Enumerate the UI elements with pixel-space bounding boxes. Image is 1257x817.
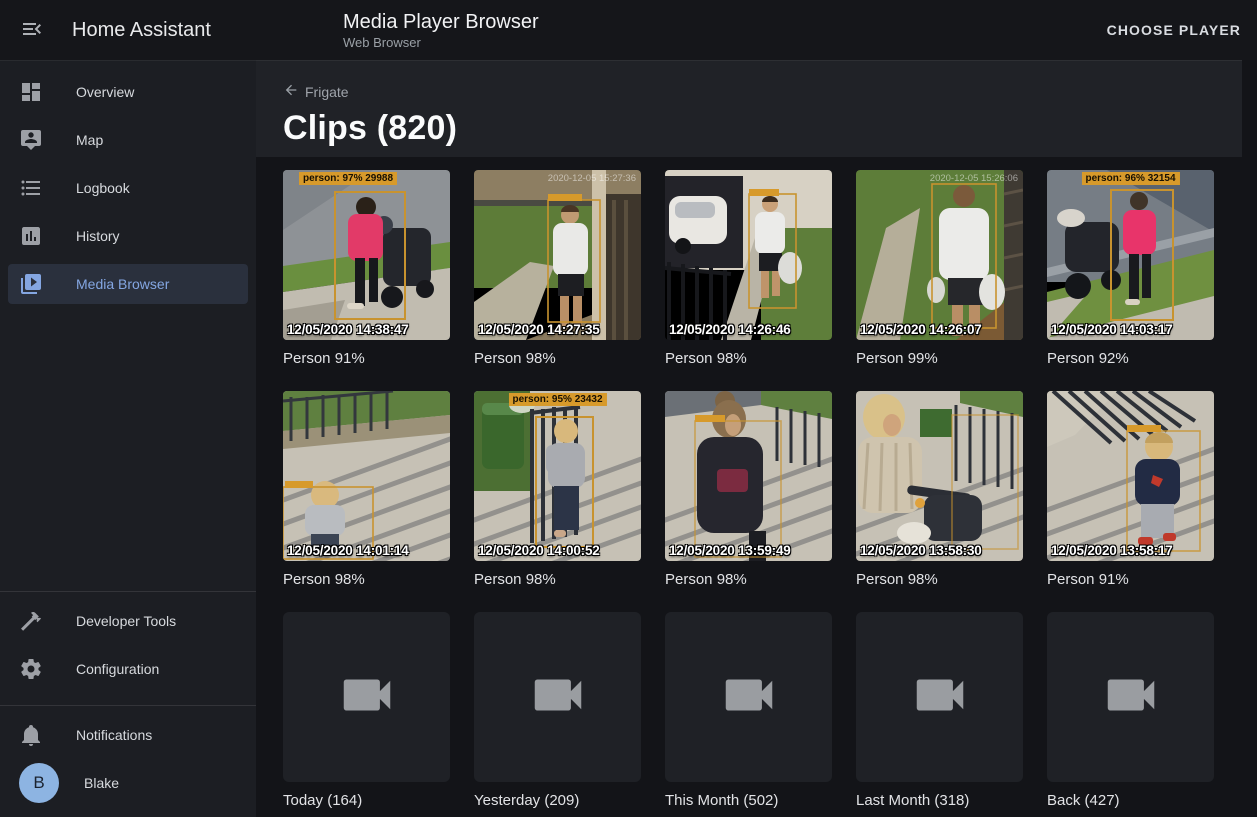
timestamp-overlay: 12/05/2020 14:03:17 [1051,322,1173,337]
clip-caption: Person 91% [1047,569,1214,591]
clip-card[interactable]: 12/05/2020 14:26:46 Person 98% [665,170,832,370]
timestamp-overlay: 12/05/2020 13:58:30 [860,543,982,558]
video-icon [1100,664,1162,731]
choose-player-button[interactable]: CHOOSE PLAYER [1091,12,1257,48]
video-icon [336,664,398,731]
content-header: Frigate Clips (820) [256,60,1242,157]
clip-caption: Person 98% [474,569,641,591]
folder-thumbnail[interactable] [283,612,450,782]
clip-card[interactable]: 2020-12-05 15:27:36 12/05/2020 14:27:35 … [474,170,641,370]
clip-thumbnail[interactable]: 12/05/2020 14:01:14 [283,391,450,561]
sidebar-toggle-button[interactable] [8,6,56,54]
list-bulleted-icon [19,176,43,200]
tooltip-account-icon [19,128,43,152]
clip-card[interactable]: person: 97% 29988 12/05/2020 14:38:47 Pe… [283,170,450,370]
clip-caption: Person 98% [474,348,641,370]
sidebar-item-history[interactable]: History [8,216,248,256]
clip-thumbnail[interactable]: person: 95% 23432 12/05/2020 14:00:52 [474,391,641,561]
sidebar-item-configuration[interactable]: Configuration [8,649,248,689]
clip-thumbnail[interactable]: 12/05/2020 14:26:46 [665,170,832,340]
avatar: B [19,763,59,803]
sidebar-item-overview[interactable]: Overview [8,72,248,112]
panel-subtitle: Web Browser [343,34,539,51]
clip-card[interactable]: 12/05/2020 13:59:49 Person 98% [665,391,832,591]
video-icon [527,664,589,731]
sidebar-item-notifications[interactable]: Notifications [8,715,248,755]
sidebar-item-developer-tools[interactable]: Developer Tools [8,601,248,641]
clip-thumbnail[interactable]: 12/05/2020 13:59:49 [665,391,832,561]
sidebar-item-media-browser[interactable]: Media Browser [8,264,248,304]
sidebar-item-logbook[interactable]: Logbook [8,168,248,208]
app-bar: Home Assistant Media Player Browser Web … [0,0,1257,60]
clip-card[interactable]: person: 96% 32154 12/05/2020 14:03:17 Pe… [1047,170,1214,370]
timestamp-overlay: 12/05/2020 14:01:14 [287,543,409,558]
folder-thumbnail[interactable] [1047,612,1214,782]
timestamp-overlay: 12/05/2020 14:26:46 [669,322,791,337]
sidebar-item-user[interactable]: B Blake [8,763,248,803]
folder-caption: Back (427) [1047,790,1214,812]
folder-caption: Today (164) [283,790,450,812]
media-grid: person: 97% 29988 12/05/2020 14:38:47 Pe… [256,157,1257,812]
clip-card[interactable]: 2020-12-05 15:26:06 12/05/2020 14:26:07 … [856,170,1023,370]
clip-thumbnail[interactable]: 2020-12-05 15:26:06 12/05/2020 14:26:07 [856,170,1023,340]
folder-card-today[interactable]: Today (164) [283,612,450,812]
detection-label: person: 95% 23432 [508,393,606,406]
timestamp-overlay: 12/05/2020 13:59:49 [669,543,791,558]
video-icon [718,664,780,731]
page-title: Clips (820) [283,109,1242,148]
arrow-left-icon [283,82,299,101]
menu-open-icon [20,17,44,44]
folder-thumbnail[interactable] [856,612,1023,782]
clip-card[interactable]: 12/05/2020 13:58:17 Person 91% [1047,391,1214,591]
gear-icon [19,657,43,681]
clip-thumbnail[interactable]: 12/05/2020 13:58:17 [1047,391,1214,561]
timestamp-overlay: 12/05/2020 14:00:52 [478,543,600,558]
clip-caption: Person 98% [665,348,832,370]
bell-icon [19,723,43,747]
clip-caption: Person 92% [1047,348,1214,370]
dashboard-icon [19,80,43,104]
media-browser-panel: Frigate Clips (820) [256,60,1257,817]
chart-box-icon [19,224,43,248]
timestamp-overlay: 12/05/2020 14:26:07 [860,322,982,337]
timestamp-overlay: 12/05/2020 14:27:35 [478,322,600,337]
clip-card[interactable]: 12/05/2020 14:01:14 Person 98% [283,391,450,591]
folder-caption: Yesterday (209) [474,790,641,812]
camera-timestamp: 2020-12-05 15:26:06 [930,173,1018,184]
camera-timestamp: 2020-12-05 15:27:36 [548,173,636,184]
play-box-multiple-icon [19,272,43,296]
clip-card[interactable]: person: 95% 23432 12/05/2020 14:00:52 Pe… [474,391,641,591]
clip-card[interactable]: 12/05/2020 13:58:30 Person 98% [856,391,1023,591]
folder-card-this-month[interactable]: This Month (502) [665,612,832,812]
clip-thumbnail[interactable]: 2020-12-05 15:27:36 12/05/2020 14:27:35 [474,170,641,340]
clip-caption: Person 98% [283,569,450,591]
clip-caption: Person 99% [856,348,1023,370]
breadcrumb-back[interactable]: Frigate [283,82,349,101]
folder-card-yesterday[interactable]: Yesterday (209) [474,612,641,812]
clip-caption: Person 91% [283,348,450,370]
sidebar-header: Home Assistant [0,6,256,54]
clip-caption: Person 98% [856,569,1023,591]
folder-card-last-month[interactable]: Last Month (318) [856,612,1023,812]
sidebar-item-map[interactable]: Map [8,120,248,160]
panel-title: Media Player Browser [343,10,539,34]
folder-thumbnail[interactable] [474,612,641,782]
folder-caption: This Month (502) [665,790,832,812]
app-title: Home Assistant [72,19,211,42]
clip-caption: Person 98% [665,569,832,591]
timestamp-overlay: 12/05/2020 14:38:47 [287,322,409,337]
folder-thumbnail[interactable] [665,612,832,782]
sidebar: Overview Map Logbook History Media Brows… [0,60,256,817]
hammer-icon [19,609,43,633]
clip-thumbnail[interactable]: person: 96% 32154 12/05/2020 14:03:17 [1047,170,1214,340]
video-icon [909,664,971,731]
clip-thumbnail[interactable]: 12/05/2020 13:58:30 [856,391,1023,561]
detection-label: person: 96% 32154 [1081,172,1179,185]
folder-caption: Last Month (318) [856,790,1023,812]
timestamp-overlay: 12/05/2020 13:58:17 [1051,543,1173,558]
clip-thumbnail[interactable]: person: 97% 29988 12/05/2020 14:38:47 [283,170,450,340]
folder-card-back[interactable]: Back (427) [1047,612,1214,812]
detection-label: person: 97% 29988 [299,172,397,185]
